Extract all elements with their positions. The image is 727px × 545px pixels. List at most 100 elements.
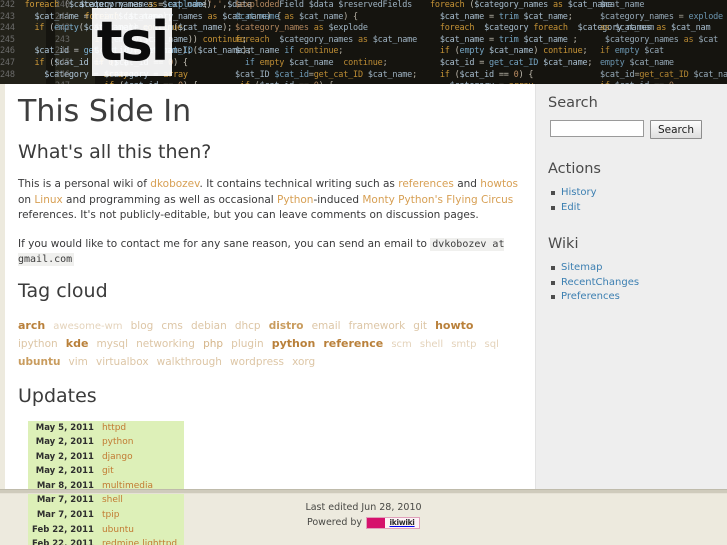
site-logo[interactable]: tsi xyxy=(92,8,172,76)
update-page-link-redmine[interactable]: redmine xyxy=(102,539,139,545)
update-pages: git xyxy=(98,464,184,479)
sidebar-item-history[interactable]: History xyxy=(561,187,597,198)
table-row: May 5, 2011 httpd xyxy=(28,421,184,436)
site-logo-text: tsi xyxy=(96,10,169,73)
intro-paragraph-1: This is a personal wiki of dkobozev. It … xyxy=(18,177,518,224)
link-linux[interactable]: Linux xyxy=(34,194,62,206)
ikiwiki-logo[interactable]: ikiwiki xyxy=(366,516,421,529)
link-references[interactable]: references xyxy=(398,178,454,190)
ikiwiki-logo-block xyxy=(367,517,386,528)
intro-text-6: -induced xyxy=(313,193,363,206)
page-title: This Side In xyxy=(18,94,192,129)
tag-shell[interactable]: shell xyxy=(420,339,443,350)
tag-git[interactable]: git xyxy=(413,320,427,332)
tag-sql[interactable]: sql xyxy=(485,339,499,350)
table-row: Feb 22, 2011 redmine lighttpd xyxy=(28,537,184,545)
update-page-link-httpd[interactable]: httpd xyxy=(102,423,126,433)
tag-blog[interactable]: blog xyxy=(131,320,154,332)
tag-wordpress[interactable]: wordpress xyxy=(230,356,284,368)
update-pages: httpd xyxy=(98,421,184,436)
list-item: Sitemap xyxy=(551,261,717,275)
table-row: May 2, 2011 git xyxy=(28,464,184,479)
update-page-link-python[interactable]: python xyxy=(102,437,133,447)
tag-framework[interactable]: framework xyxy=(349,320,406,332)
intro-paragraph-2: If you would like to contact me for any … xyxy=(18,237,518,268)
page-root: 242 foreach ($category_names as $cat_nam… xyxy=(0,0,727,545)
update-pages: django xyxy=(98,450,184,465)
ikiwiki-logo-text: ikiwiki xyxy=(389,518,415,527)
sidebar-heading-search: Search xyxy=(548,95,598,111)
sidebar-heading-wiki: Wiki xyxy=(548,236,579,252)
update-page-link-django[interactable]: django xyxy=(102,452,133,462)
tag-awesome-wm[interactable]: awesome-wm xyxy=(53,321,122,332)
tag-mysql[interactable]: mysql xyxy=(97,338,129,350)
sidebar-item-recentchanges[interactable]: RecentChanges xyxy=(561,277,639,288)
tag-distro[interactable]: distro xyxy=(269,320,304,332)
tag-networking[interactable]: networking xyxy=(136,338,195,350)
update-pages: redmine lighttpd xyxy=(98,537,184,545)
contact-text: If you would like to contact me for any … xyxy=(18,237,431,250)
site-banner: 242 foreach ($category_names as $cat_nam… xyxy=(0,0,727,84)
sidebar: Search Search Actions History Edit Wiki S… xyxy=(535,84,727,489)
tag-plugin[interactable]: plugin xyxy=(231,338,263,350)
update-date: May 5, 2011 xyxy=(35,422,94,433)
intro-text-3: and xyxy=(453,178,481,190)
sidebar-wiki-list: Sitemap RecentChanges Preferences xyxy=(548,261,717,304)
sidebar-actions-list: History Edit xyxy=(548,186,717,214)
intro-text-2: . It contains technical writing such as xyxy=(199,178,399,190)
tag-smtp[interactable]: smtp xyxy=(451,339,476,350)
search-button[interactable]: Search xyxy=(650,120,703,139)
tag-vim[interactable]: vim xyxy=(69,356,88,368)
tag-php[interactable]: php xyxy=(203,338,223,350)
table-row: May 2, 2011 python xyxy=(28,435,184,450)
update-date: May 2, 2011 xyxy=(35,466,94,477)
tag-howto[interactable]: howto xyxy=(435,319,473,332)
intro-text-1: This is a personal wiki of xyxy=(18,178,151,190)
section-heading-tag-cloud: Tag cloud xyxy=(18,279,108,302)
tag-kde[interactable]: kde xyxy=(66,337,89,350)
list-item: History xyxy=(551,186,717,200)
link-python[interactable]: Python xyxy=(277,194,313,206)
sidebar-item-sitemap[interactable]: Sitemap xyxy=(561,262,602,273)
tag-python[interactable]: python xyxy=(272,337,316,350)
update-date: May 2, 2011 xyxy=(35,451,94,462)
list-item: Preferences xyxy=(551,290,717,304)
tag-cloud: arch awesome-wm blog cms debian dhcp dis… xyxy=(18,316,521,370)
list-item: RecentChanges xyxy=(551,276,717,290)
update-page-link-git[interactable]: git xyxy=(102,466,114,476)
powered-by-label: Powered by xyxy=(306,517,363,528)
update-page-link-lighttpd[interactable]: lighttpd xyxy=(142,539,177,545)
tag-walkthrough[interactable]: walkthrough xyxy=(157,356,222,368)
update-pages: python xyxy=(98,435,184,450)
intro-text-7: references. It's not publicly-editable, … xyxy=(18,209,479,221)
tag-dhcp[interactable]: dhcp xyxy=(235,320,261,332)
tag-ubuntu[interactable]: ubuntu xyxy=(18,356,60,368)
tag-cms[interactable]: cms xyxy=(161,320,182,332)
search-input[interactable] xyxy=(550,120,644,137)
link-dkobozev[interactable]: dkobozev xyxy=(150,178,199,190)
sidebar-item-preferences[interactable]: Preferences xyxy=(561,291,620,302)
link-monty-python[interactable]: Monty Python's Flying Circus xyxy=(362,194,513,206)
intro-text-4: on xyxy=(18,193,35,206)
tag-email[interactable]: email xyxy=(312,320,341,332)
list-item: Edit xyxy=(551,201,717,215)
section-heading-updates: Updates xyxy=(18,384,97,407)
tag-arch[interactable]: arch xyxy=(18,319,45,332)
link-howtos[interactable]: howtos xyxy=(480,178,518,190)
footer: Last edited Jun 28, 2010 Powered by ikiw… xyxy=(0,500,727,530)
tag-scm[interactable]: scm xyxy=(391,339,411,350)
tag-reference[interactable]: reference xyxy=(323,337,383,350)
footer-divider xyxy=(0,489,727,494)
tag-xorg[interactable]: xorg xyxy=(292,356,315,368)
intro-text-5: and programming as well as occasional xyxy=(62,193,278,206)
sidebar-item-edit[interactable]: Edit xyxy=(561,202,580,213)
tag-ipython[interactable]: ipython xyxy=(18,338,58,350)
tag-debian[interactable]: debian xyxy=(191,320,227,332)
powered-by-row: Powered by ikiwiki xyxy=(0,515,727,530)
last-edited-text: Last edited Jun 28, 2010 xyxy=(305,502,422,513)
main-content: This Side In What's all this then? This … xyxy=(5,84,535,545)
tag-virtualbox[interactable]: virtualbox xyxy=(96,356,149,368)
search-form: Search xyxy=(550,120,717,139)
section-heading-whats-all-this: What's all this then? xyxy=(18,141,212,163)
update-date: Feb 22, 2011 xyxy=(32,539,94,545)
